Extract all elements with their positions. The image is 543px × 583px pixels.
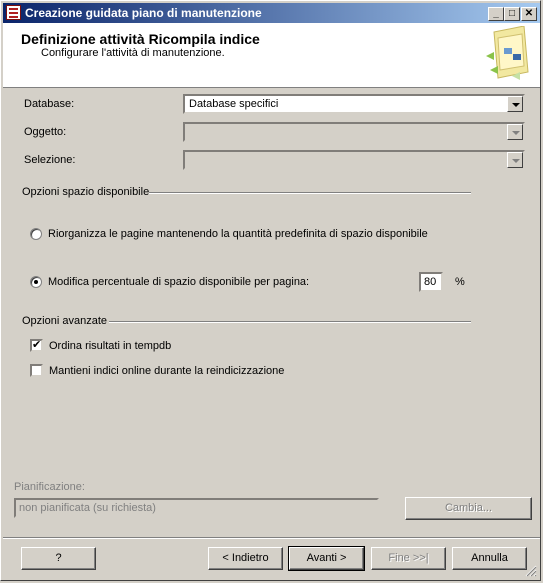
advanced-group-title: Opzioni avanzate <box>22 315 107 327</box>
advanced-group-divider <box>109 321 471 323</box>
chevron-down-icon[interactable] <box>507 96 523 112</box>
keep-online-label[interactable]: Mantieni indici online durante la reindi… <box>49 365 284 377</box>
next-button[interactable]: Avanti > <box>288 546 365 571</box>
free-space-percent-input[interactable]: 80 <box>419 272 443 292</box>
finish-button[interactable]: Fine >>| <box>371 547 446 570</box>
reorganize-radio-label[interactable]: Riorganizza le pagine mantenendo la quan… <box>48 228 428 240</box>
cancel-button[interactable]: Annulla <box>452 547 527 570</box>
change-schedule-button[interactable]: Cambia... <box>405 497 532 520</box>
page-title: Definizione attività Ricompila indice <box>21 31 260 47</box>
close-button[interactable]: ✕ <box>521 7 537 21</box>
wizard-header: Definizione attività Ricompila indice Co… <box>3 23 540 88</box>
help-button[interactable]: ? <box>21 547 96 570</box>
chevron-down-icon[interactable] <box>507 124 523 140</box>
footer-separator <box>3 537 540 539</box>
minimize-button[interactable]: _ <box>488 7 504 21</box>
oggetto-dropdown[interactable] <box>183 122 525 142</box>
wizard-app-icon <box>6 5 21 20</box>
database-dropdown-value: Database specifici <box>189 98 279 110</box>
selezione-dropdown[interactable] <box>183 150 525 170</box>
maximize-button[interactable]: □ <box>504 7 520 21</box>
free-space-group-title: Opzioni spazio disponibile <box>22 186 150 198</box>
wizard-illustration-icon <box>486 26 529 80</box>
modify-percent-radio[interactable] <box>30 276 42 288</box>
percent-unit-label: % <box>455 276 465 288</box>
free-space-percent-value: 80 <box>424 276 437 288</box>
schedule-value: non pianificata (su richiesta) <box>19 502 156 514</box>
modify-percent-radio-label[interactable]: Modifica percentuale di spazio disponibi… <box>48 276 309 288</box>
sort-tempdb-label[interactable]: Ordina risultati in tempdb <box>49 340 171 352</box>
free-space-group-divider <box>149 192 471 194</box>
selezione-label: Selezione: <box>24 154 76 166</box>
resize-grip-icon[interactable] <box>525 565 537 577</box>
schedule-field: non pianificata (su richiesta) <box>14 498 379 518</box>
database-dropdown[interactable]: Database specifici <box>183 94 525 114</box>
keep-online-checkbox[interactable] <box>30 364 43 377</box>
reorganize-radio[interactable] <box>30 228 42 240</box>
schedule-label: Pianificazione: <box>14 481 85 493</box>
sort-tempdb-checkbox[interactable] <box>30 339 43 352</box>
window-title: Creazione guidata piano di manutenzione <box>25 6 262 20</box>
chevron-down-icon[interactable] <box>507 152 523 168</box>
page-subtitle: Configurare l'attività di manutenzione. <box>41 47 225 59</box>
database-label: Database: <box>24 98 75 110</box>
back-button[interactable]: < Indietro <box>208 547 283 570</box>
title-bar[interactable]: Creazione guidata piano di manutenzione … <box>3 3 540 23</box>
wizard-window: Creazione guidata piano di manutenzione … <box>0 0 541 581</box>
oggetto-label: Oggetto: <box>24 126 67 138</box>
